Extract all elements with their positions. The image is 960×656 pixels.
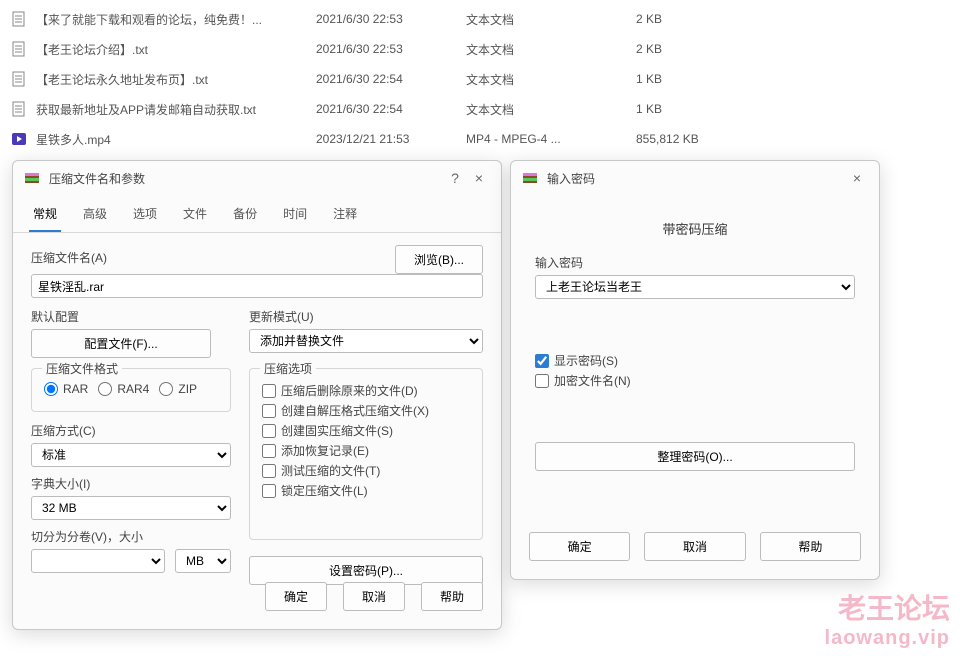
file-row[interactable]: 星铁多人.mp4 2023/12/21 21:53 MP4 - MPEG-4 .… [10, 124, 950, 154]
file-size: 1 KB [636, 102, 736, 116]
default-profile-label: 默认配置 [31, 308, 231, 325]
format-zip[interactable]: ZIP [159, 382, 197, 396]
password-label: 输入密码 [535, 254, 855, 271]
options-label: 压缩选项 [260, 360, 316, 377]
file-row[interactable]: 【来了就能下载和观看的论坛，纯免费！... 2021/6/30 22:53 文本… [10, 4, 950, 34]
opt-sfx[interactable]: 创建自解压格式压缩文件(X) [262, 402, 470, 419]
split-size-select[interactable] [31, 549, 165, 573]
close-icon[interactable]: × [467, 170, 491, 186]
close-icon[interactable]: × [845, 170, 869, 186]
tab-general[interactable]: 常规 [29, 199, 61, 232]
opt-lock[interactable]: 锁定压缩文件(L) [262, 482, 470, 499]
file-date: 2021/6/30 22:54 [316, 102, 466, 116]
manage-passwords-button[interactable]: 整理密码(O)... [535, 442, 855, 471]
file-type: 文本文档 [466, 11, 636, 28]
file-date: 2023/12/21 21:53 [316, 132, 466, 146]
file-size: 2 KB [636, 12, 736, 26]
archive-name-label: 压缩文件名(A) [31, 249, 107, 266]
archive-name-input[interactable] [31, 274, 483, 298]
text-file-icon [10, 10, 28, 28]
ok-button[interactable]: 确定 [265, 582, 327, 611]
text-file-icon [10, 40, 28, 58]
method-select[interactable]: 标准 [31, 443, 231, 467]
video-file-icon [10, 130, 28, 148]
tab-files[interactable]: 文件 [179, 199, 211, 232]
file-name: 【老王论坛永久地址发布页】.txt [36, 71, 316, 88]
archive-dialog-titlebar[interactable]: 压缩文件名和参数 ? × [13, 161, 501, 195]
opt-recovery[interactable]: 添加恢复记录(E) [262, 442, 470, 459]
file-name: 【来了就能下载和观看的论坛，纯免费！... [36, 11, 316, 28]
file-list: 【来了就能下载和观看的论坛，纯免费！... 2021/6/30 22:53 文本… [0, 0, 960, 158]
watermark-url: laowang.vip [825, 627, 950, 650]
password-dialog-titlebar[interactable]: 输入密码 × [511, 161, 879, 195]
method-label: 压缩方式(C) [31, 422, 231, 439]
archive-dialog: 压缩文件名和参数 ? × 常规 高级 选项 文件 备份 时间 注释 压缩文件名(… [12, 160, 502, 630]
split-unit-select[interactable]: MB [175, 549, 231, 573]
tab-time[interactable]: 时间 [279, 199, 311, 232]
cancel-button[interactable]: 取消 [644, 532, 745, 561]
split-label: 切分为分卷(V)，大小 [31, 528, 231, 545]
password-subtitle: 带密码压缩 [529, 209, 861, 254]
tab-options[interactable]: 选项 [129, 199, 161, 232]
file-type: 文本文档 [466, 71, 636, 88]
cancel-button[interactable]: 取消 [343, 582, 405, 611]
password-dialog: 输入密码 × 带密码压缩 输入密码 上老王论坛当老王 显示密码(S) 加密文件名… [510, 160, 880, 580]
password-dialog-title: 输入密码 [547, 170, 845, 187]
tab-backup[interactable]: 备份 [229, 199, 261, 232]
file-type: 文本文档 [466, 101, 636, 118]
format-rar4[interactable]: RAR4 [98, 382, 149, 396]
update-mode-select[interactable]: 添加并替换文件 [249, 329, 483, 353]
opt-solid[interactable]: 创建固实压缩文件(S) [262, 422, 470, 439]
file-date: 2021/6/30 22:53 [316, 12, 466, 26]
file-row[interactable]: 获取最新地址及APP请发邮箱自动获取.txt 2021/6/30 22:54 文… [10, 94, 950, 124]
format-label: 压缩文件格式 [42, 360, 122, 377]
help-icon[interactable]: ? [443, 170, 467, 186]
file-type: 文本文档 [466, 41, 636, 58]
ok-button[interactable]: 确定 [529, 532, 630, 561]
file-type: MP4 - MPEG-4 ... [466, 132, 636, 146]
watermark: 老王论坛 laowang.vip [825, 587, 950, 650]
format-group: 压缩文件格式 RAR RAR4 ZIP [31, 368, 231, 412]
file-name: 星铁多人.mp4 [36, 131, 316, 148]
dict-select[interactable]: 32 MB [31, 496, 231, 520]
opt-delete[interactable]: 压缩后删除原来的文件(D) [262, 382, 470, 399]
winrar-icon [23, 169, 41, 187]
archive-dialog-title: 压缩文件名和参数 [49, 170, 443, 187]
show-password-check[interactable]: 显示密码(S) [535, 352, 855, 369]
file-size: 2 KB [636, 42, 736, 56]
dict-label: 字典大小(I) [31, 475, 231, 492]
watermark-text: 老王论坛 [825, 587, 950, 627]
text-file-icon [10, 100, 28, 118]
password-input[interactable]: 上老王论坛当老王 [535, 275, 855, 299]
encrypt-names-check[interactable]: 加密文件名(N) [535, 372, 855, 389]
browse-button[interactable]: 浏览(B)... [395, 245, 483, 274]
tab-comment[interactable]: 注释 [329, 199, 361, 232]
winrar-icon [521, 169, 539, 187]
file-name: 获取最新地址及APP请发邮箱自动获取.txt [36, 101, 316, 118]
help-button[interactable]: 帮助 [760, 532, 861, 561]
text-file-icon [10, 70, 28, 88]
opt-test[interactable]: 测试压缩的文件(T) [262, 462, 470, 479]
tab-advanced[interactable]: 高级 [79, 199, 111, 232]
update-mode-label: 更新模式(U) [249, 308, 483, 325]
help-button[interactable]: 帮助 [421, 582, 483, 611]
file-name: 【老王论坛介绍】.txt [36, 41, 316, 58]
file-row[interactable]: 【老王论坛永久地址发布页】.txt 2021/6/30 22:54 文本文档 1… [10, 64, 950, 94]
file-size: 1 KB [636, 72, 736, 86]
file-date: 2021/6/30 22:54 [316, 72, 466, 86]
file-date: 2021/6/30 22:53 [316, 42, 466, 56]
file-size: 855,812 KB [636, 132, 736, 146]
archive-tabs: 常规 高级 选项 文件 备份 时间 注释 [13, 195, 501, 233]
file-row[interactable]: 【老王论坛介绍】.txt 2021/6/30 22:53 文本文档 2 KB [10, 34, 950, 64]
options-group: 压缩选项 压缩后删除原来的文件(D) 创建自解压格式压缩文件(X) 创建固实压缩… [249, 368, 483, 540]
profiles-button[interactable]: 配置文件(F)... [31, 329, 211, 358]
format-rar[interactable]: RAR [44, 382, 88, 396]
